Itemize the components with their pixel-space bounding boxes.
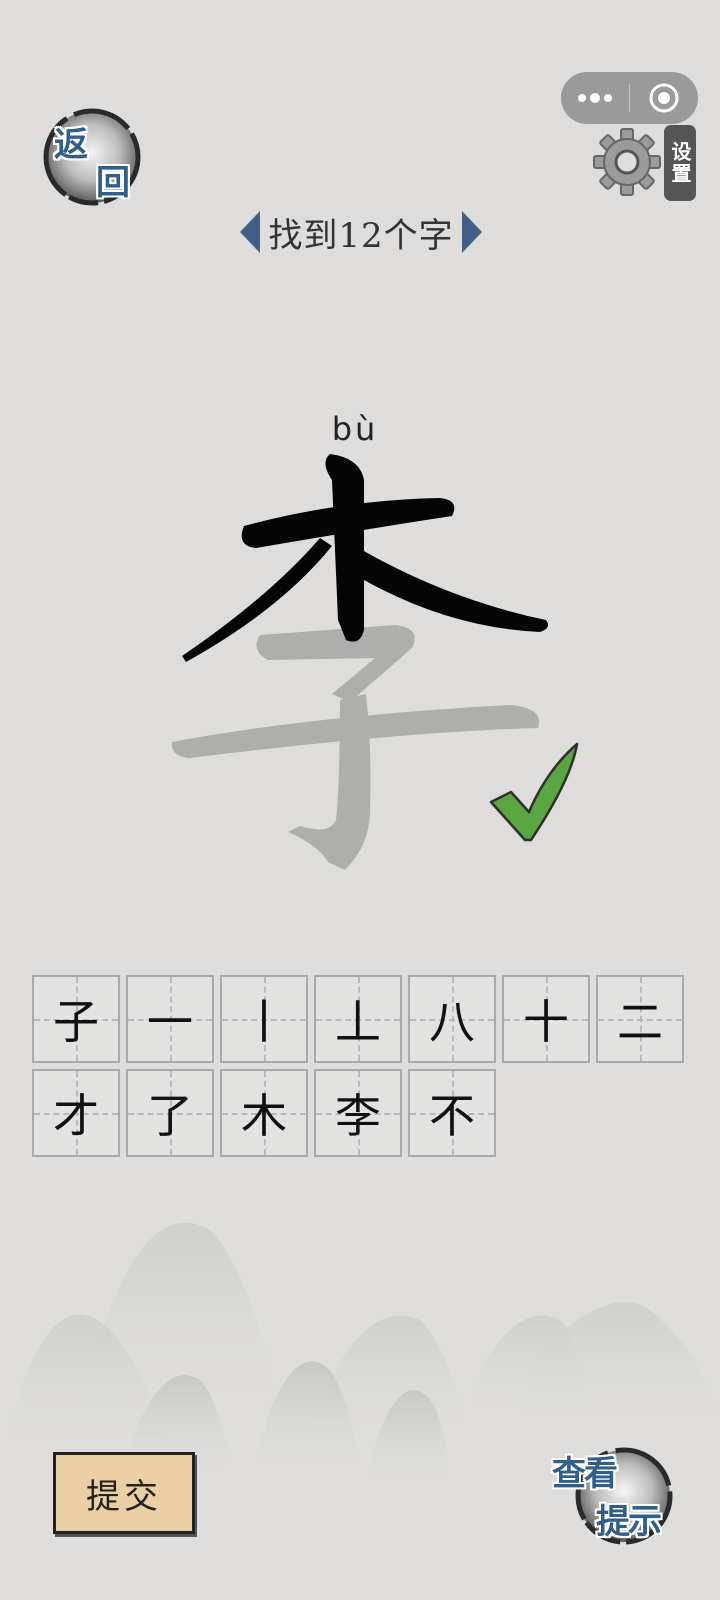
char-cell[interactable]: 子 bbox=[32, 975, 120, 1063]
back-label-bottom: 回 bbox=[96, 163, 130, 203]
puzzle-character[interactable] bbox=[160, 450, 579, 890]
more-dots-icon bbox=[578, 93, 612, 103]
char-cell[interactable]: 木 bbox=[220, 1069, 308, 1157]
char-cell[interactable]: 了 bbox=[126, 1069, 214, 1157]
char-cell[interactable]: 丨 bbox=[220, 975, 308, 1063]
close-button[interactable] bbox=[630, 72, 698, 124]
back-label-top: 返 bbox=[54, 125, 88, 165]
back-button[interactable]: 返 回 bbox=[40, 105, 144, 209]
mini-program-capsule bbox=[561, 72, 698, 124]
char-cell[interactable]: 一 bbox=[126, 975, 214, 1063]
settings-button[interactable]: 设置 bbox=[593, 125, 696, 201]
hint-label-top: 查看 bbox=[552, 1454, 618, 1494]
level-title-text: 找到12个字 bbox=[268, 215, 454, 256]
check-mark-icon bbox=[489, 742, 579, 842]
target-close-icon bbox=[649, 83, 679, 113]
char-cell[interactable]: 八 bbox=[408, 975, 496, 1063]
char-cell[interactable]: 二 bbox=[596, 975, 684, 1063]
more-button[interactable] bbox=[561, 72, 629, 124]
char-cell[interactable]: 丄 bbox=[314, 975, 402, 1063]
gear-icon bbox=[593, 128, 661, 196]
chevron-left-icon bbox=[240, 211, 261, 253]
level-title: 找到12个字 bbox=[226, 206, 496, 258]
hint-button[interactable]: 查看 提示 bbox=[552, 1440, 686, 1558]
char-cell[interactable]: 十 bbox=[502, 975, 590, 1063]
submit-button[interactable]: 提交 bbox=[53, 1452, 195, 1534]
chevron-right-icon bbox=[461, 211, 482, 253]
char-cell[interactable]: 李 bbox=[314, 1069, 402, 1157]
hint-label-bottom: 提示 bbox=[596, 1502, 662, 1542]
pinyin-label: bù bbox=[331, 410, 379, 448]
settings-label: 设置 bbox=[664, 125, 696, 201]
char-cell[interactable]: 不 bbox=[408, 1069, 496, 1157]
char-cell[interactable]: 才 bbox=[32, 1069, 120, 1157]
